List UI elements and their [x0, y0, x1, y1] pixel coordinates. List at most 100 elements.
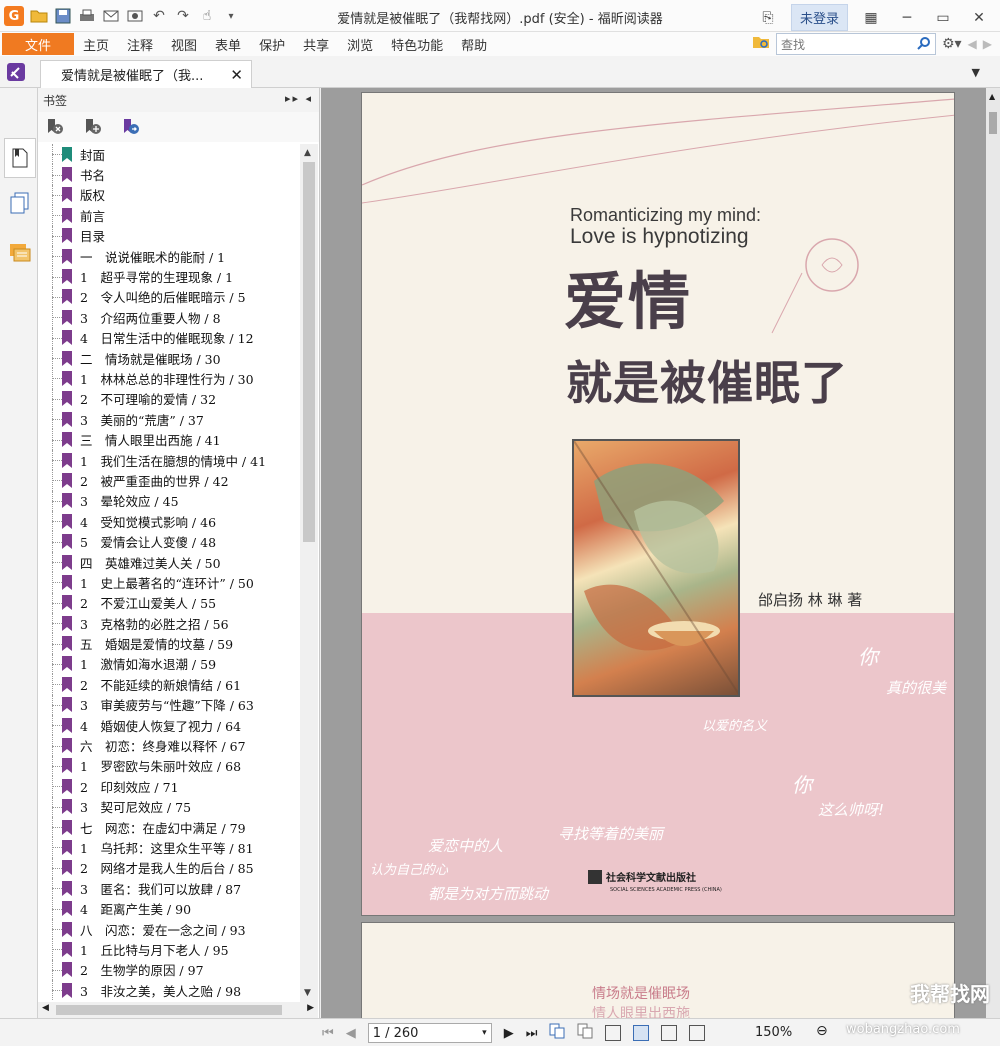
login-button[interactable]: 未登录 [790, 4, 848, 31]
share-window-icon[interactable]: ⎘ [755, 10, 781, 26]
menu-comment[interactable]: 注释 [118, 35, 162, 54]
document-scroll-thumb[interactable] [989, 112, 997, 134]
first-page-icon[interactable]: ⏮ [322, 1026, 334, 1041]
document-vertical-scrollbar[interactable]: ▲ [986, 88, 1000, 1018]
bookmark-item[interactable]: 2 生物学的原因 / 97 [38, 959, 300, 981]
add-bookmark-icon[interactable] [84, 118, 102, 136]
menu-protect[interactable]: 保护 [250, 35, 294, 54]
next-page-icon[interactable]: ▶ [504, 1026, 514, 1041]
menu-help[interactable]: 帮助 [452, 35, 496, 54]
bookmark-item[interactable]: 三 情人眼里出西施 / 41 [38, 429, 300, 450]
find-bookmark-icon[interactable] [122, 118, 140, 136]
bookmark-item[interactable]: 2 不爱江山爱美人 / 55 [38, 592, 300, 613]
comments-panel-icon[interactable] [8, 240, 32, 266]
panel-collapse-controls[interactable]: ▸▸ ◂ [285, 92, 313, 105]
bookmark-panel-icon[interactable] [4, 138, 36, 178]
close-tab-icon[interactable]: ✕ [230, 66, 243, 84]
settings-gear-icon[interactable]: ⚙▾ [942, 36, 962, 52]
scroll-left-arrow-icon[interactable]: ◀ [42, 1003, 49, 1013]
bookmark-item[interactable]: 1 丘比特与月下老人 / 95 [38, 939, 300, 960]
bookmark-item[interactable]: 1 超乎寻常的生理现象 / 1 [38, 266, 300, 287]
previous-page-icon[interactable]: ◀ [346, 1026, 356, 1041]
next-view-icon[interactable] [577, 1023, 593, 1043]
menu-browse[interactable]: 浏览 [338, 35, 382, 54]
bookmark-item[interactable]: 一 说说催眠术的能耐 / 1 [38, 245, 300, 267]
bookmark-item[interactable]: 2 令人叫绝的后催眠暗示 / 5 [38, 286, 300, 308]
bookmark-item[interactable]: 3 晕轮效应 / 45 [38, 490, 300, 512]
bookmark-item[interactable]: 2 不可理喻的爱情 / 32 [38, 388, 300, 410]
document-tab[interactable]: 爱情就是被催眠了（我... ✕ [40, 60, 252, 88]
menu-share[interactable]: 共享 [294, 35, 338, 54]
bookmark-item[interactable]: 1 乌托邦：这里众生平等 / 81 [38, 837, 300, 858]
bookmark-item[interactable]: 二 情场就是催眠场 / 30 [38, 347, 300, 369]
bookmark-item[interactable]: 四 英雄难过美人关 / 50 [38, 551, 300, 573]
facing-view-icon[interactable] [661, 1025, 678, 1041]
bookmark-item[interactable]: 八 闪恋：爱在一念之间 / 93 [38, 918, 300, 940]
single-page-view-icon[interactable] [605, 1025, 622, 1041]
bookmark-item[interactable]: 3 审美疲劳与“性趣”下降 / 63 [38, 694, 300, 715]
bookmark-item[interactable]: 4 婚姻使人恢复了视力 / 64 [38, 714, 300, 736]
start-page-icon[interactable] [6, 62, 26, 82]
bookmark-item[interactable]: 3 介绍两位重要人物 / 8 [38, 307, 300, 328]
find-folder-icon[interactable] [752, 34, 770, 54]
bookmark-item[interactable]: 书名 [38, 164, 300, 185]
tab-list-dropdown-icon[interactable]: ▼ [972, 66, 980, 79]
bookmark-horizontal-scrollbar[interactable]: ◀ ▶ [38, 1002, 318, 1018]
previous-view-icon[interactable] [549, 1023, 565, 1043]
page-dropdown-icon[interactable]: ▾ [482, 1028, 487, 1038]
page-thumbnails-icon[interactable] [8, 190, 32, 216]
document-view[interactable]: Romanticizing my mind: Love is hypnotizi… [321, 88, 1000, 1018]
search-icon[interactable] [917, 36, 931, 53]
bookmark-item[interactable]: 五 婚姻是爱情的坟墓 / 59 [38, 633, 300, 654]
bookmark-item[interactable]: 七 网恋：在虚幻中满足 / 79 [38, 816, 300, 838]
menu-home[interactable]: 主页 [74, 35, 118, 54]
bookmark-item[interactable]: 3 克格勃的必胜之招 / 56 [38, 612, 300, 634]
bookmark-item[interactable]: 目录 [38, 225, 300, 246]
search-input[interactable]: 查找 [775, 33, 936, 55]
bookmark-item[interactable]: 5 爱情会让人变傻 / 48 [38, 531, 300, 552]
minimize-button[interactable]: ─ [894, 10, 920, 26]
scroll-up-arrow-icon[interactable]: ▲ [304, 148, 311, 158]
bookmark-item[interactable]: 1 史上最著名的“连环计” / 50 [38, 572, 300, 593]
page-number-input[interactable]: 1 / 260 ▾ [367, 1023, 492, 1043]
menu-form[interactable]: 表单 [206, 35, 250, 54]
close-window-button[interactable]: ✕ [966, 10, 992, 26]
bookmark-scroll-thumb[interactable] [303, 162, 315, 542]
scroll-right-arrow-icon[interactable]: ▶ [307, 1003, 314, 1013]
bookmark-item[interactable]: 4 日常生活中的催眠现象 / 12 [38, 327, 300, 348]
bookmark-item[interactable]: 1 激情如海水退潮 / 59 [38, 653, 300, 675]
bookmark-item[interactable]: 前言 [38, 205, 300, 226]
bookmark-item[interactable]: 2 印刻效应 / 71 [38, 776, 300, 797]
forward-arrow-icon[interactable]: ▶ [983, 37, 992, 51]
bookmark-hscroll-thumb[interactable] [56, 1005, 282, 1015]
bookmark-vertical-scrollbar[interactable]: ▲ ▼ [300, 144, 318, 1002]
file-menu-button[interactable]: 文件 [2, 33, 74, 55]
bookmark-item[interactable]: 2 被严重歪曲的世界 / 42 [38, 470, 300, 491]
bookmark-item[interactable]: 2 网络才是我人生的后台 / 85 [38, 857, 300, 879]
bookmark-item[interactable]: 3 美丽的“荒唐” / 37 [38, 409, 300, 430]
bookmark-item[interactable]: 4 受知觉模式影响 / 46 [38, 511, 300, 532]
bookmark-item[interactable]: 3 非汝之美，美人之贻 / 98 [38, 980, 300, 1001]
zoom-level[interactable]: 150% [755, 1025, 792, 1040]
bookmark-item[interactable]: 1 我们生活在臆想的情境中 / 41 [38, 449, 300, 471]
bookmark-item[interactable]: 封面 [38, 144, 300, 165]
delete-bookmark-icon[interactable] [46, 118, 64, 136]
continuous-facing-view-icon[interactable] [689, 1025, 706, 1041]
bookmark-item[interactable]: 六 初恋：终身难以释怀 / 67 [38, 735, 300, 756]
scroll-down-arrow-icon[interactable]: ▼ [304, 988, 311, 998]
bookmark-item[interactable]: 版权 [38, 184, 300, 206]
maximize-button[interactable]: ▭ [930, 10, 956, 26]
bookmark-item[interactable]: 1 罗密欧与朱丽叶效应 / 68 [38, 755, 300, 777]
qr-icon[interactable]: ▦ [858, 10, 884, 26]
bookmark-item[interactable]: 2 不能延续的新娘情结 / 61 [38, 674, 300, 695]
bookmark-item[interactable]: 4 距离产生美 / 90 [38, 898, 300, 919]
continuous-view-icon[interactable] [633, 1025, 650, 1041]
back-arrow-icon[interactable]: ◀ [968, 37, 977, 51]
menu-features[interactable]: 特色功能 [382, 35, 452, 54]
bookmark-item[interactable]: 1 林林总总的非理性行为 / 30 [38, 368, 300, 389]
menu-view[interactable]: 视图 [162, 35, 206, 54]
bookmark-item[interactable]: 3 匿名：我们可以放肆 / 87 [38, 878, 300, 899]
doc-scroll-up-icon[interactable]: ▲ [989, 92, 995, 101]
last-page-icon[interactable]: ⏭ [526, 1026, 538, 1041]
zoom-out-icon[interactable]: ⊖ [816, 1023, 828, 1039]
